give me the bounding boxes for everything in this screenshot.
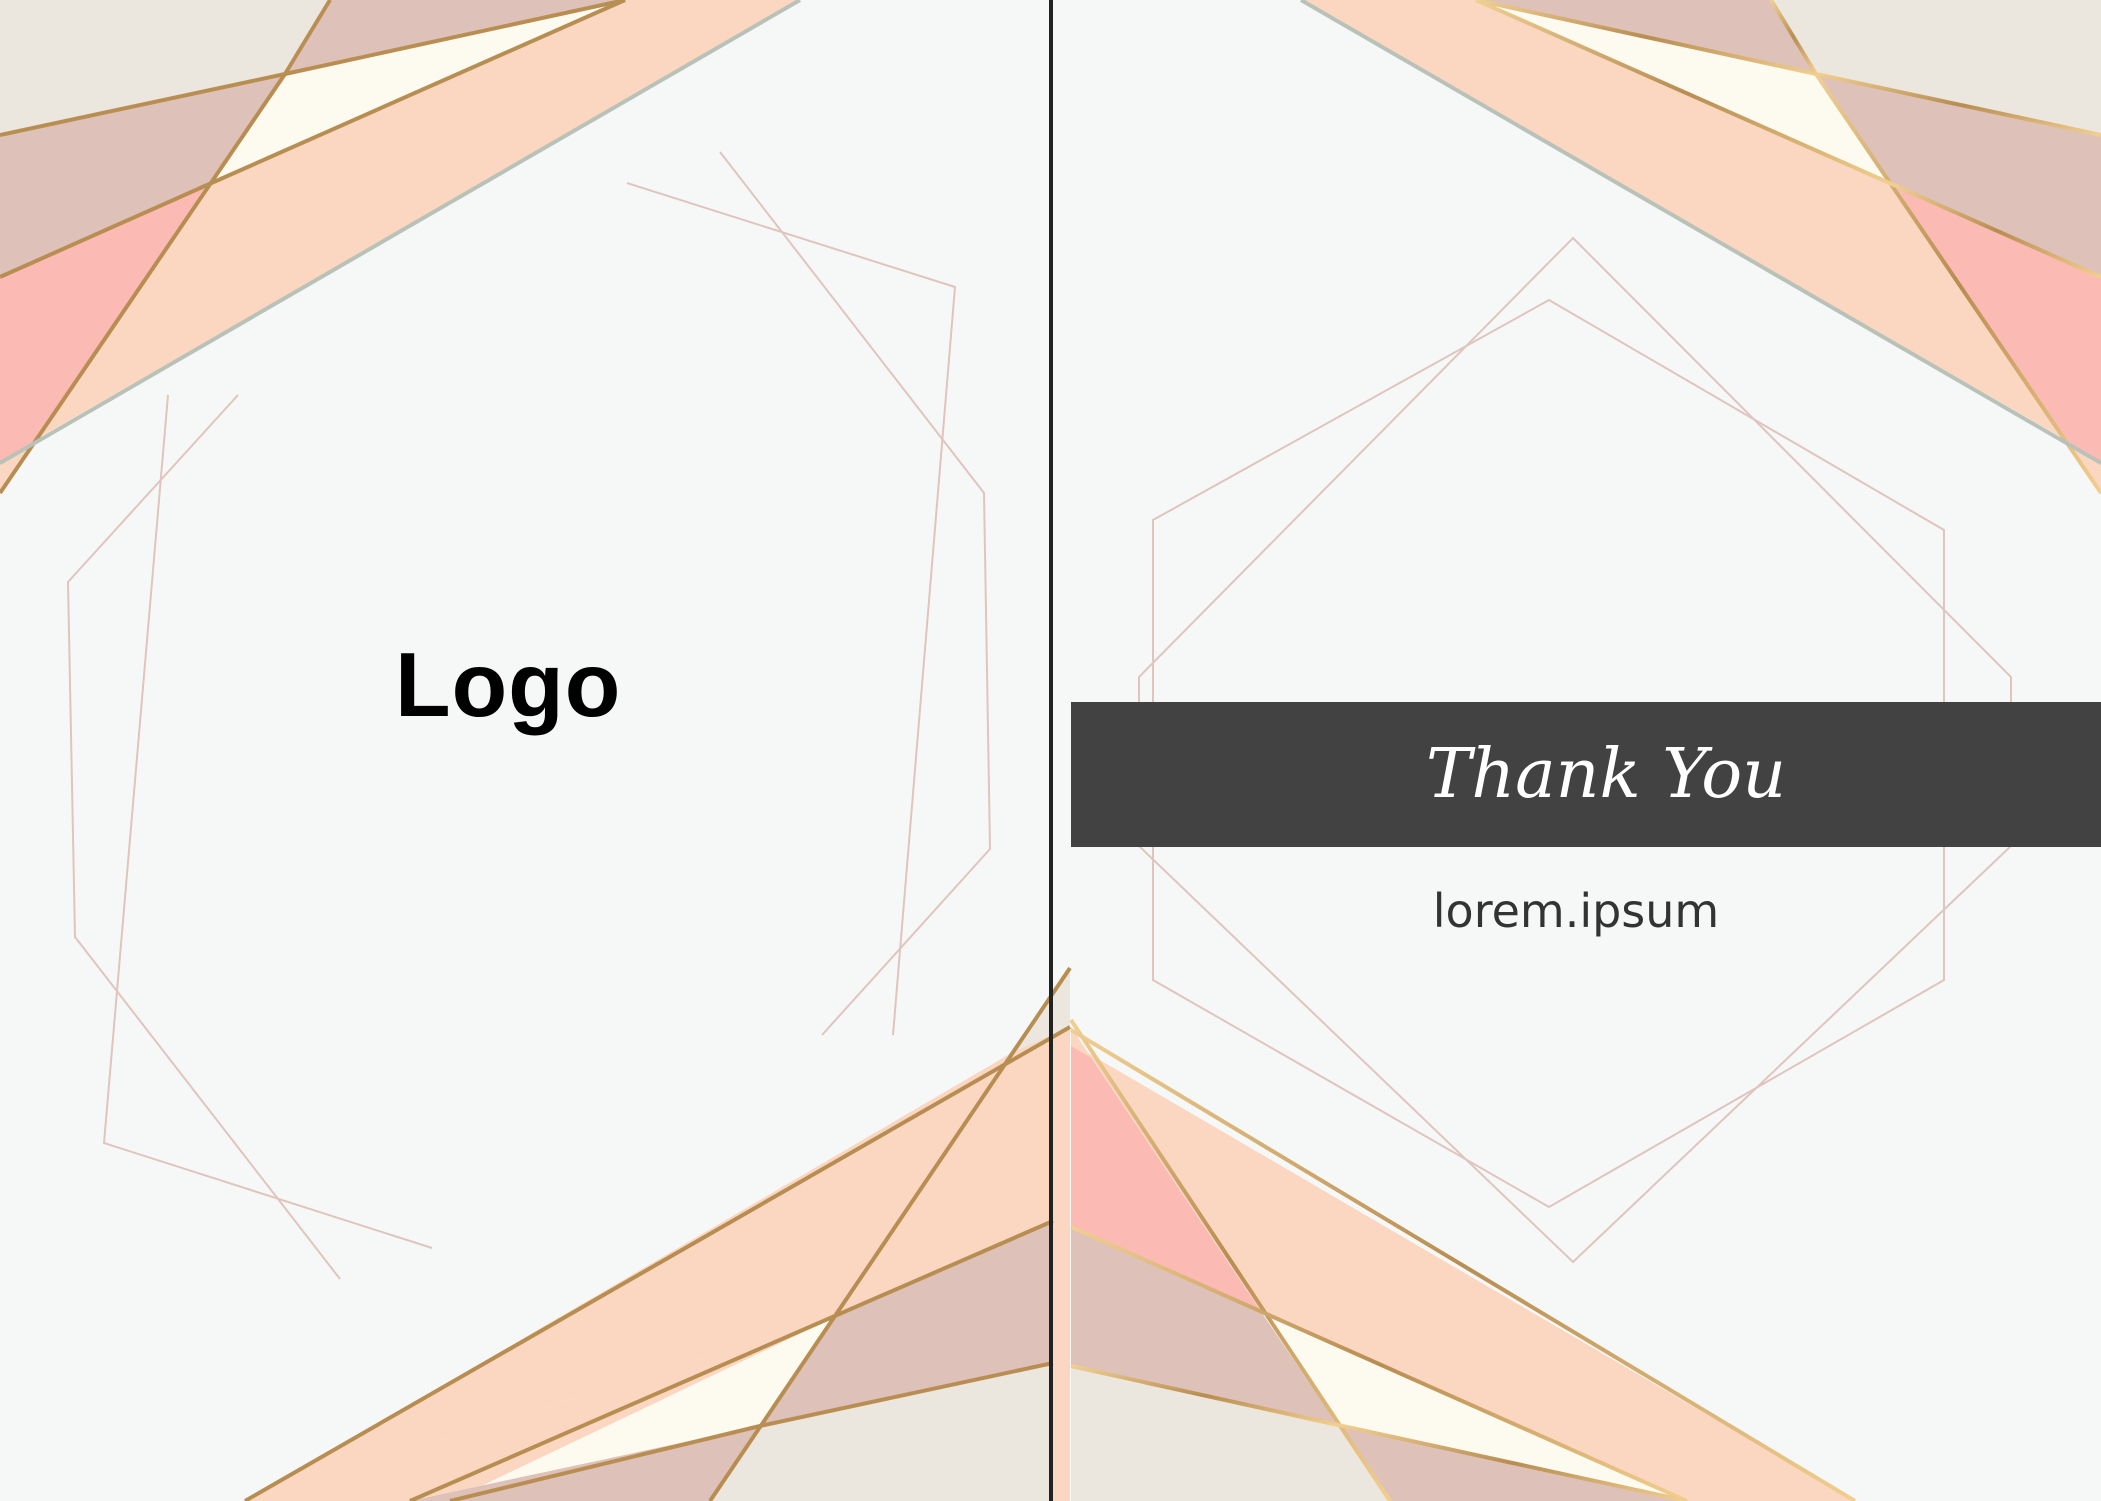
thank-you-heading: Thank You — [1425, 735, 1787, 814]
website-text: lorem.ipsum — [1432, 884, 1720, 938]
logo-placeholder: Logo — [395, 635, 622, 736]
